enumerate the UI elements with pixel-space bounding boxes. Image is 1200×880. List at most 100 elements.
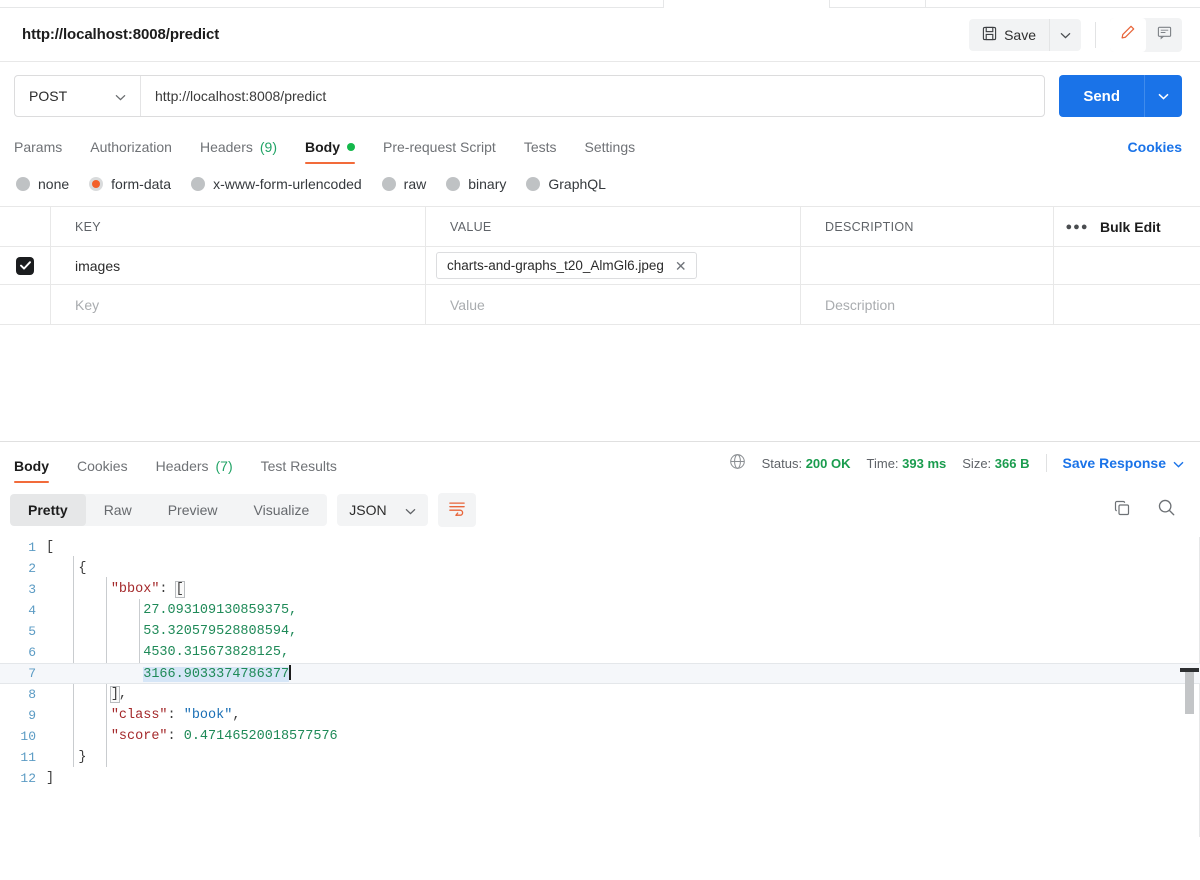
pencil-icon xyxy=(1120,24,1136,45)
empty-value-input[interactable]: Value xyxy=(450,297,485,313)
save-response-button[interactable]: Save Response xyxy=(1063,455,1185,471)
line-content: } xyxy=(46,750,87,765)
response-language-select[interactable]: JSON xyxy=(337,494,428,526)
save-button-label: Save xyxy=(1004,26,1036,43)
file-name-label: charts-and-graphs_t20_AlmGl6.jpeg xyxy=(447,258,664,273)
tab-params[interactable]: Params xyxy=(14,139,76,164)
chevron-down-icon xyxy=(1060,26,1071,44)
tab-tests-label: Tests xyxy=(523,139,557,155)
tab-settings-label: Settings xyxy=(584,139,636,155)
line-number: 2 xyxy=(28,561,36,576)
row-key-input[interactable]: images xyxy=(75,258,120,274)
globe-icon xyxy=(729,453,746,473)
tab-authorization[interactable]: Authorization xyxy=(76,139,186,164)
empty-options-cell xyxy=(1054,285,1100,324)
tab-headers-count: (9) xyxy=(259,139,277,155)
column-header-value: VALUE xyxy=(450,219,492,234)
code-scrollbar-cap xyxy=(1180,668,1199,672)
row-checkbox[interactable] xyxy=(16,256,34,275)
comment-button[interactable] xyxy=(1146,18,1182,52)
response-actions xyxy=(1113,498,1184,522)
radio-icon xyxy=(381,177,396,191)
body-type-form-data-label: form-data xyxy=(111,176,172,192)
code-vertical-scrollbar[interactable] xyxy=(1185,670,1194,714)
column-header-description: DESCRIPTION xyxy=(825,219,914,234)
code-line: 11 } xyxy=(0,747,1200,768)
tab-params-label: Params xyxy=(14,139,63,155)
response-tab-cookies-label: Cookies xyxy=(77,458,128,474)
empty-key-input[interactable]: Key xyxy=(75,297,99,313)
chevron-down-icon xyxy=(1158,87,1169,105)
body-type-x-www-form-urlencoded-label: x-www-form-urlencoded xyxy=(213,176,362,192)
tab-tests[interactable]: Tests xyxy=(510,139,571,164)
comment-icon xyxy=(1157,25,1172,45)
body-type-form-data[interactable]: form-data xyxy=(89,176,171,192)
response-tab-headers-count: (7) xyxy=(215,458,233,474)
code-line: 1 [ xyxy=(0,537,1200,558)
url-input[interactable]: http://localhost:8008/predict xyxy=(141,76,1044,116)
code-line: 8 ], xyxy=(0,684,1200,705)
edit-mode-button[interactable] xyxy=(1110,17,1146,52)
more-options-icon[interactable]: ●●● xyxy=(1066,221,1089,233)
time-badge: Time: 393 ms xyxy=(867,456,947,471)
body-type-binary[interactable]: binary xyxy=(446,176,506,192)
bulk-edit-button[interactable]: Bulk Edit xyxy=(1100,219,1161,235)
header-checkbox-cell xyxy=(0,207,51,246)
body-type-graphql[interactable]: GraphQL xyxy=(526,176,606,192)
close-icon[interactable]: ✕ xyxy=(675,259,687,273)
empty-description-input[interactable]: Description xyxy=(825,297,895,313)
browser-tab-strip xyxy=(0,0,1200,8)
tab-pre-request-script[interactable]: Pre-request Script xyxy=(369,139,510,164)
radio-icon xyxy=(16,177,30,191)
empty-bulk-cell xyxy=(1100,285,1200,324)
line-number: 1 xyxy=(28,540,36,555)
view-pretty[interactable]: Pretty xyxy=(10,494,86,526)
line-content: ], xyxy=(109,686,128,703)
search-button[interactable] xyxy=(1157,498,1176,522)
save-dropdown-button[interactable] xyxy=(1049,18,1081,51)
response-tab-cookies[interactable]: Cookies xyxy=(63,458,142,483)
radio-selected-icon xyxy=(89,177,104,191)
response-tab-body[interactable]: Body xyxy=(14,458,63,483)
http-method-select[interactable]: POST xyxy=(15,76,141,116)
send-button[interactable]: Send xyxy=(1059,75,1144,117)
view-raw[interactable]: Raw xyxy=(86,494,150,526)
score-value: 0.47146520018577576 xyxy=(183,729,338,744)
copy-button[interactable] xyxy=(1113,499,1131,522)
code-line: 2 { xyxy=(0,558,1200,579)
response-tab-body-label: Body xyxy=(14,458,49,474)
text-cursor xyxy=(289,665,291,680)
column-header-key: KEY xyxy=(75,219,101,234)
line-number: 9 xyxy=(28,708,36,723)
send-dropdown-button[interactable] xyxy=(1144,75,1182,117)
response-tab-test-results[interactable]: Test Results xyxy=(247,458,351,483)
save-button[interactable]: Save xyxy=(969,19,1049,51)
view-visualize[interactable]: Visualize xyxy=(236,494,328,526)
line-number: 7 xyxy=(28,666,36,681)
line-content: "bbox": [ xyxy=(110,581,185,598)
tab-body[interactable]: Body xyxy=(291,139,369,164)
response-tab-headers-label: Headers xyxy=(155,458,209,474)
code-line: 9 "class": "book", xyxy=(0,705,1200,726)
tab-headers[interactable]: Headers (9) xyxy=(186,139,291,164)
bbox-value-3: 3166.9033374786377 xyxy=(143,667,290,682)
cookies-link[interactable]: Cookies xyxy=(1128,139,1182,164)
chevron-down-icon xyxy=(1173,455,1184,471)
body-type-x-www-form-urlencoded[interactable]: x-www-form-urlencoded xyxy=(191,176,362,192)
body-type-none[interactable]: none xyxy=(16,176,69,192)
code-line: 12 ] xyxy=(0,768,1200,789)
tab-settings[interactable]: Settings xyxy=(571,139,650,164)
view-mode-group xyxy=(1110,17,1182,52)
code-line: 5 53.320579528808594, xyxy=(0,621,1200,642)
response-format-toolbar: Pretty Raw Preview Visualize JSON xyxy=(0,483,1200,537)
file-value-chip: charts-and-graphs_t20_AlmGl6.jpeg ✕ xyxy=(436,252,697,279)
view-preview[interactable]: Preview xyxy=(150,494,236,526)
response-tab-headers[interactable]: Headers (7) xyxy=(142,458,247,483)
word-wrap-button[interactable] xyxy=(437,493,476,527)
response-body-code[interactable]: 1 [ 2 { 3 "bbox": [ 4 27.093109130859375… xyxy=(0,537,1200,837)
size-badge: Size: 366 B xyxy=(962,456,1029,471)
line-number: 3 xyxy=(28,582,36,597)
table-row: images charts-and-graphs_t20_AlmGl6.jpeg… xyxy=(0,247,1200,285)
body-type-raw[interactable]: raw xyxy=(381,176,426,192)
size-label: Size: xyxy=(962,455,992,471)
